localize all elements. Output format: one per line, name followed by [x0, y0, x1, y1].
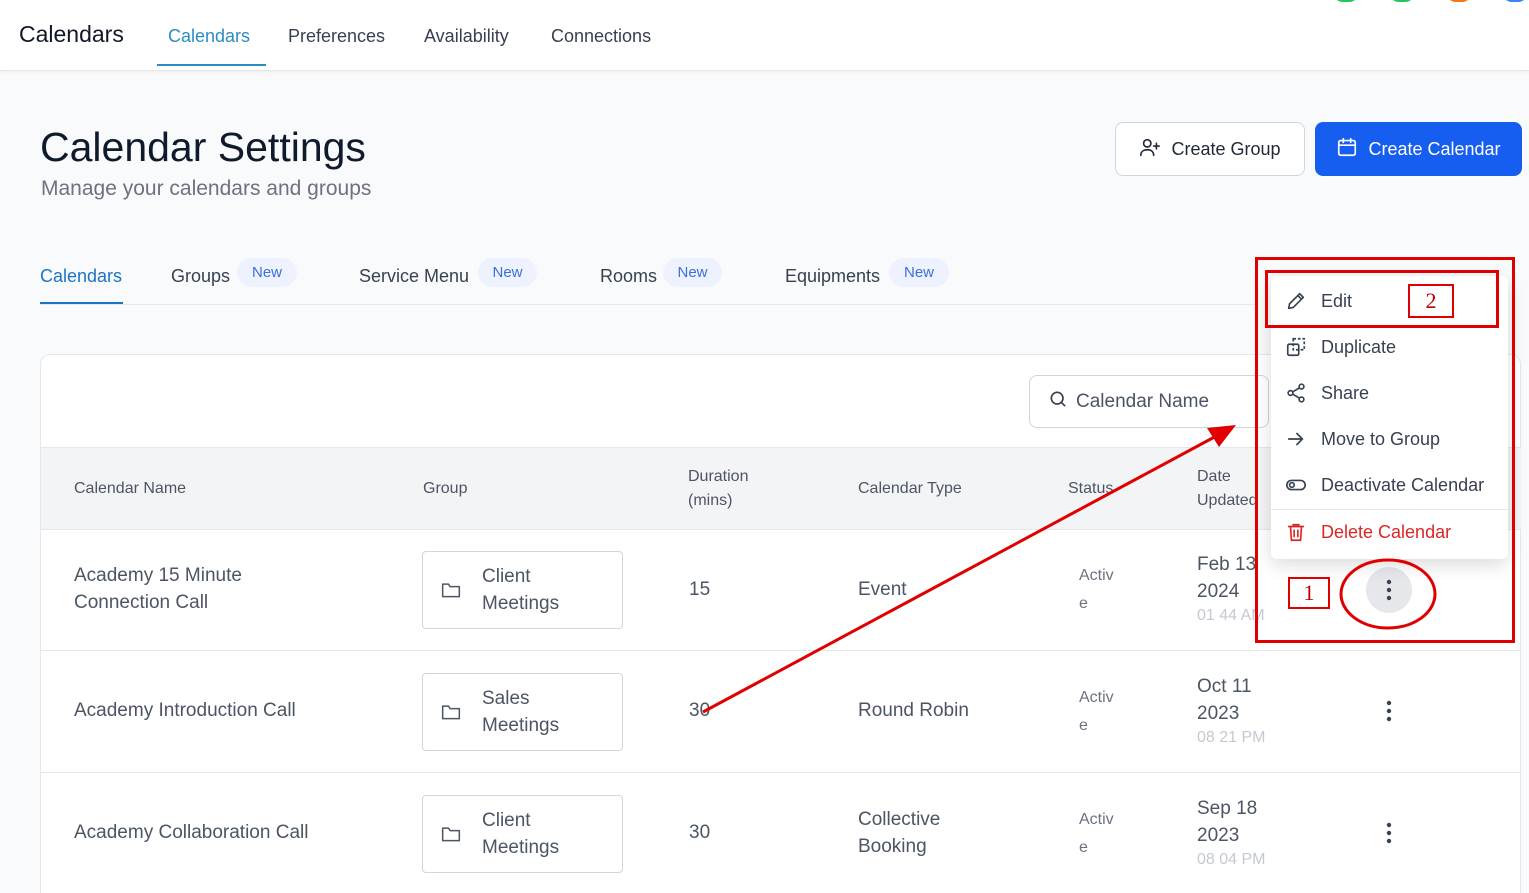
tab-equipments[interactable]: Equipments — [785, 266, 880, 287]
page-subtitle: Manage your calendars and groups — [41, 177, 372, 200]
row1-type: Event — [858, 579, 907, 600]
folder-icon — [441, 581, 461, 604]
annotation-number-1: 1 — [1288, 577, 1330, 609]
row3-date: Sep 18 — [1197, 798, 1258, 819]
row2-year: 2023 — [1197, 703, 1240, 724]
page-title: Calendar Settings — [40, 124, 366, 170]
user-plus-icon — [1139, 136, 1161, 163]
row1-year: 2024 — [1197, 581, 1240, 602]
row3-status-2: e — [1079, 839, 1088, 856]
col-header-duration[interactable]: Duration — [688, 465, 748, 489]
new-badge: New — [889, 258, 949, 287]
row3-group-label: Client Meetings — [482, 810, 560, 858]
create-group-label: Create Group — [1171, 138, 1281, 159]
row3-group-chip[interactable]: Client Meetings — [422, 795, 623, 873]
row3-status: Activ — [1079, 811, 1114, 828]
status-dot-blue — [1502, 0, 1528, 2]
row1-status: Activ — [1079, 567, 1114, 584]
row2-group-chip[interactable]: Sales Meetings — [422, 673, 623, 751]
row1-group-chip[interactable]: Client Meetings — [422, 551, 623, 629]
row2-duration: 30 — [689, 700, 711, 721]
new-badge: New — [478, 258, 537, 287]
col-header-name[interactable]: Calendar Name — [74, 477, 186, 501]
topnav-active-indicator — [157, 64, 266, 66]
row2-status: Activ — [1079, 689, 1114, 706]
calendar-icon — [1336, 136, 1358, 163]
row-divider — [41, 650, 1521, 651]
col-header-type[interactable]: Calendar Type — [858, 477, 962, 501]
kebab-icon — [1386, 822, 1392, 844]
topnav-availability[interactable]: Availability — [424, 26, 509, 47]
row3-duration: 30 — [689, 822, 711, 843]
row1-name-line1[interactable]: Academy 15 Minute — [74, 562, 242, 589]
search-icon — [1048, 389, 1068, 415]
topnav-connections[interactable]: Connections — [551, 26, 651, 47]
tab-groups[interactable]: Groups — [171, 266, 230, 287]
create-calendar-button[interactable]: Create Calendar — [1315, 122, 1522, 176]
col-header-group[interactable]: Group — [423, 477, 467, 501]
row2-date: Oct 11 — [1197, 676, 1252, 697]
new-badge: New — [237, 258, 297, 287]
kebab-icon — [1386, 700, 1392, 722]
col-header-date[interactable]: Date — [1197, 465, 1231, 489]
row3-type-2: Booking — [858, 836, 927, 857]
create-calendar-label: Create Calendar — [1368, 138, 1501, 159]
row1-group-label: Client Meetings — [482, 566, 560, 614]
tab-service-menu[interactable]: Service Menu — [359, 266, 469, 287]
app-brand: Calendars — [19, 21, 124, 47]
col-header-date-2: Updated — [1197, 492, 1258, 509]
tab-rooms[interactable]: Rooms — [600, 266, 657, 287]
row3-year: 2023 — [1197, 825, 1240, 846]
row-divider — [41, 772, 1521, 773]
row1-name-line2[interactable]: Connection Call — [74, 589, 208, 616]
row2-name[interactable]: Academy Introduction Call — [74, 697, 296, 724]
row1-status-2: e — [1079, 595, 1088, 612]
search-placeholder: Calendar Name — [1076, 390, 1210, 412]
row3-actions-kebab[interactable] — [1366, 810, 1412, 856]
folder-icon — [441, 825, 461, 848]
annotation-edit-box — [1265, 270, 1499, 328]
topnav-calendars[interactable]: Calendars — [168, 26, 250, 47]
row2-time: 08 21 PM — [1197, 729, 1266, 746]
tab-calendars[interactable]: Calendars — [40, 266, 122, 287]
annotation-number-2: 2 — [1408, 284, 1454, 318]
row1-date: Feb 13 — [1197, 554, 1257, 575]
row3-type: Collective — [858, 809, 941, 830]
folder-icon — [441, 703, 461, 726]
topnav-preferences[interactable]: Preferences — [288, 26, 385, 47]
row2-type: Round Robin — [858, 700, 969, 721]
search-input[interactable]: Calendar Name — [1029, 375, 1269, 428]
subtabs-divider — [40, 304, 1255, 305]
status-dot-green-2 — [1389, 0, 1415, 2]
row2-status-2: e — [1079, 717, 1088, 734]
create-group-button[interactable]: Create Group — [1115, 122, 1305, 176]
row3-name[interactable]: Academy Collaboration Call — [74, 819, 308, 846]
new-badge: New — [663, 258, 722, 287]
row3-time: 08 04 PM — [1197, 851, 1266, 868]
row1-duration: 15 — [689, 579, 711, 600]
col-header-status[interactable]: Status — [1068, 477, 1113, 501]
tab-active-indicator — [40, 302, 123, 304]
status-dot-orange — [1446, 0, 1472, 2]
col-header-duration-unit: (mins) — [688, 492, 733, 509]
row2-group-label: Sales Meetings — [482, 688, 560, 736]
status-dot-green — [1333, 0, 1359, 2]
row2-actions-kebab[interactable] — [1366, 688, 1412, 734]
